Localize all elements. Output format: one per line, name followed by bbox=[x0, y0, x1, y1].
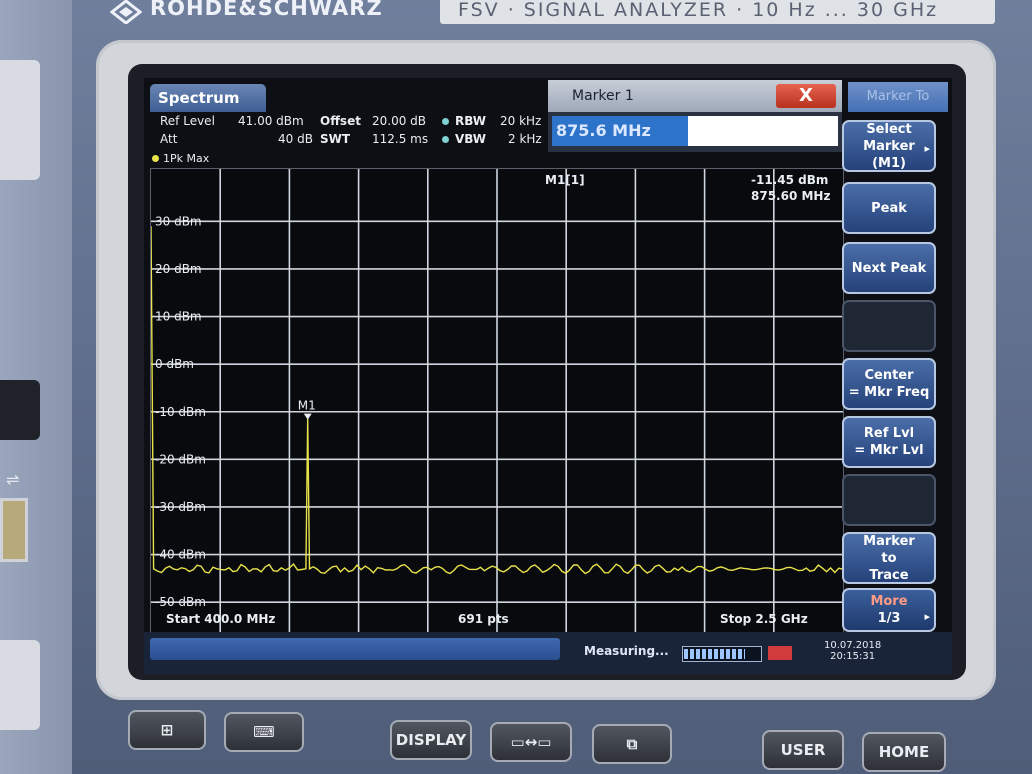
marker-frequency-value: 875.6 MHz bbox=[552, 116, 688, 146]
brand-name: ROHDE&SCHWARZ bbox=[150, 0, 383, 20]
softkey-label: = Mkr Lvl bbox=[854, 443, 924, 458]
swt-value: 112.5 ms bbox=[372, 132, 429, 146]
sweep-points: 691 pts bbox=[458, 612, 509, 626]
center-mkr-freq-softkey[interactable]: Center = Mkr Freq bbox=[842, 358, 936, 410]
ref-level-value: 41.00 dBm bbox=[238, 114, 304, 128]
stop-frequency: Stop 2.5 GHz bbox=[720, 612, 808, 626]
swt-label: SWT bbox=[320, 132, 351, 146]
next-peak-softkey[interactable]: Next Peak bbox=[842, 242, 936, 294]
measuring-status: Measuring... bbox=[584, 644, 669, 658]
offset-value: 20.00 dB bbox=[372, 114, 427, 128]
marker-m1-label: M1 bbox=[298, 399, 316, 413]
softkey-label: to bbox=[881, 550, 897, 566]
blank-softkey[interactable] bbox=[842, 474, 936, 526]
rohde-schwarz-logo-icon bbox=[110, 0, 142, 24]
att-value: 40 dB bbox=[278, 132, 313, 146]
softkey-label: Peak bbox=[871, 200, 907, 216]
split-screen-icon: ▭↔▭ bbox=[510, 733, 552, 751]
y-tick-label: -40 dBm bbox=[155, 548, 206, 562]
softkey-label: Marker bbox=[863, 138, 915, 154]
measurement-progress-bar bbox=[682, 646, 762, 662]
softkey-label: = Mkr Freq bbox=[848, 385, 930, 400]
start-frequency: Start 400.0 MHz bbox=[166, 612, 276, 626]
windows-icon: ⊞ bbox=[160, 721, 174, 739]
softkey-label: Ref Lvl bbox=[863, 426, 915, 441]
softkey-label: Trace bbox=[869, 567, 909, 583]
marker-dialog: Marker 1 X 875.6 MHz bbox=[548, 80, 842, 152]
status-bar: Measuring... 10.07.2018 20:15:31 bbox=[144, 632, 952, 674]
marker-readout-name: M1[1] bbox=[545, 173, 585, 187]
keyboard-icon: ⌨ bbox=[253, 723, 275, 741]
peak-softkey[interactable]: Peak bbox=[842, 182, 936, 234]
softkey-label: Center bbox=[864, 368, 914, 383]
model-plate: FSV · SIGNAL ANALYZER · 10 Hz ... 30 GHz bbox=[440, 0, 995, 24]
user-button[interactable]: USER bbox=[762, 730, 844, 770]
split-screen-button[interactable]: ▭↔▭ bbox=[490, 722, 572, 762]
usb-icon: ⇌ bbox=[6, 470, 20, 489]
analyzer-screen: Spectrum Ref Level 41.00 dBm Offset 20.0… bbox=[144, 78, 952, 674]
keyboard-button[interactable]: ⌨ bbox=[224, 712, 304, 752]
offset-label: Offset bbox=[320, 114, 361, 128]
vbw-indicator-icon bbox=[442, 135, 449, 143]
status-time: 20:15:31 bbox=[830, 651, 876, 662]
y-tick-label: 20 dBm bbox=[155, 262, 202, 276]
window-toggle-button[interactable]: ⧉ bbox=[592, 724, 672, 764]
softkey-label: (M1) bbox=[872, 155, 906, 171]
softkey-label: More bbox=[870, 594, 908, 609]
vbw-value: 2 kHz bbox=[508, 132, 542, 146]
home-button[interactable]: HOME bbox=[862, 732, 946, 772]
status-message-area bbox=[150, 638, 560, 660]
att-label: Att bbox=[160, 132, 178, 146]
y-tick-label: 0 dBm bbox=[155, 357, 194, 371]
marker-readout-level: -11.45 dBm bbox=[751, 173, 829, 187]
y-tick-label: -20 dBm bbox=[155, 452, 206, 466]
softkey-label: 1/3 bbox=[877, 611, 901, 626]
softkey-menu-title: Marker To bbox=[848, 82, 948, 112]
submenu-arrow-icon: ▸ bbox=[924, 142, 930, 155]
marker-readout-frequency: 875.60 MHz bbox=[751, 189, 831, 203]
usb-port[interactable] bbox=[0, 498, 28, 562]
select-marker-softkey[interactable]: Select Marker (M1) ▸ bbox=[842, 120, 936, 172]
marker-frequency-input[interactable]: 875.6 MHz bbox=[552, 116, 838, 146]
window-toggle-icon: ⧉ bbox=[626, 735, 638, 753]
status-date: 10.07.2018 bbox=[824, 640, 882, 651]
trace-info: 1Pk Max bbox=[152, 152, 209, 165]
side-button[interactable] bbox=[0, 380, 40, 440]
marker-to-trace-softkey[interactable]: Marker to Trace bbox=[842, 532, 936, 584]
y-tick-label: -10 dBm bbox=[155, 405, 206, 419]
network-status-icon bbox=[768, 646, 792, 660]
ref-level-label: Ref Level bbox=[160, 114, 215, 128]
tab-spectrum[interactable]: Spectrum bbox=[150, 84, 266, 112]
progress-fill bbox=[684, 649, 745, 659]
y-tick-label: 10 dBm bbox=[155, 310, 202, 324]
more-softkey[interactable]: More 1/3 ▸ bbox=[842, 588, 936, 632]
close-icon[interactable]: X bbox=[776, 84, 836, 108]
spectrum-plot: 30 dBm 20 dBm 10 dBm 0 dBm -10 dBm -20 dBm -30… bbox=[150, 169, 844, 645]
trace-color-icon bbox=[152, 155, 159, 162]
windows-key-button[interactable]: ⊞ bbox=[128, 710, 206, 750]
y-tick-label: -50 dBm bbox=[155, 595, 206, 609]
left-side-panel: ⇌ bbox=[0, 0, 72, 774]
marker-dialog-titlebar: Marker 1 X bbox=[548, 80, 842, 112]
marker-m1-symbol bbox=[303, 413, 312, 420]
date-time: 10.07.2018 20:15:31 bbox=[824, 640, 881, 662]
rbw-label: RBW bbox=[455, 114, 486, 128]
blank-softkey[interactable] bbox=[842, 300, 936, 352]
rbw-value: 20 kHz bbox=[500, 114, 542, 128]
y-tick-label: 30 dBm bbox=[155, 214, 202, 228]
ref-lvl-mkr-lvl-softkey[interactable]: Ref Lvl = Mkr Lvl bbox=[842, 416, 936, 468]
side-button[interactable] bbox=[0, 640, 40, 730]
trace-label: 1Pk Max bbox=[163, 152, 210, 165]
softkey-label: Next Peak bbox=[851, 260, 927, 276]
softkey-label: Marker bbox=[863, 533, 915, 549]
spectrum-diagram[interactable]: 30 dBm 20 dBm 10 dBm 0 dBm -10 dBm -20 dBm -30… bbox=[150, 168, 844, 646]
side-button[interactable] bbox=[0, 60, 40, 180]
softkey-label: Select bbox=[866, 121, 912, 137]
display-button[interactable]: DISPLAY bbox=[390, 720, 472, 760]
submenu-arrow-icon: ▸ bbox=[924, 610, 930, 623]
y-tick-label: -30 dBm bbox=[155, 500, 206, 514]
rbw-indicator-icon bbox=[442, 117, 449, 125]
vbw-label: VBW bbox=[455, 132, 487, 146]
marker-dialog-title: Marker 1 bbox=[572, 88, 634, 104]
